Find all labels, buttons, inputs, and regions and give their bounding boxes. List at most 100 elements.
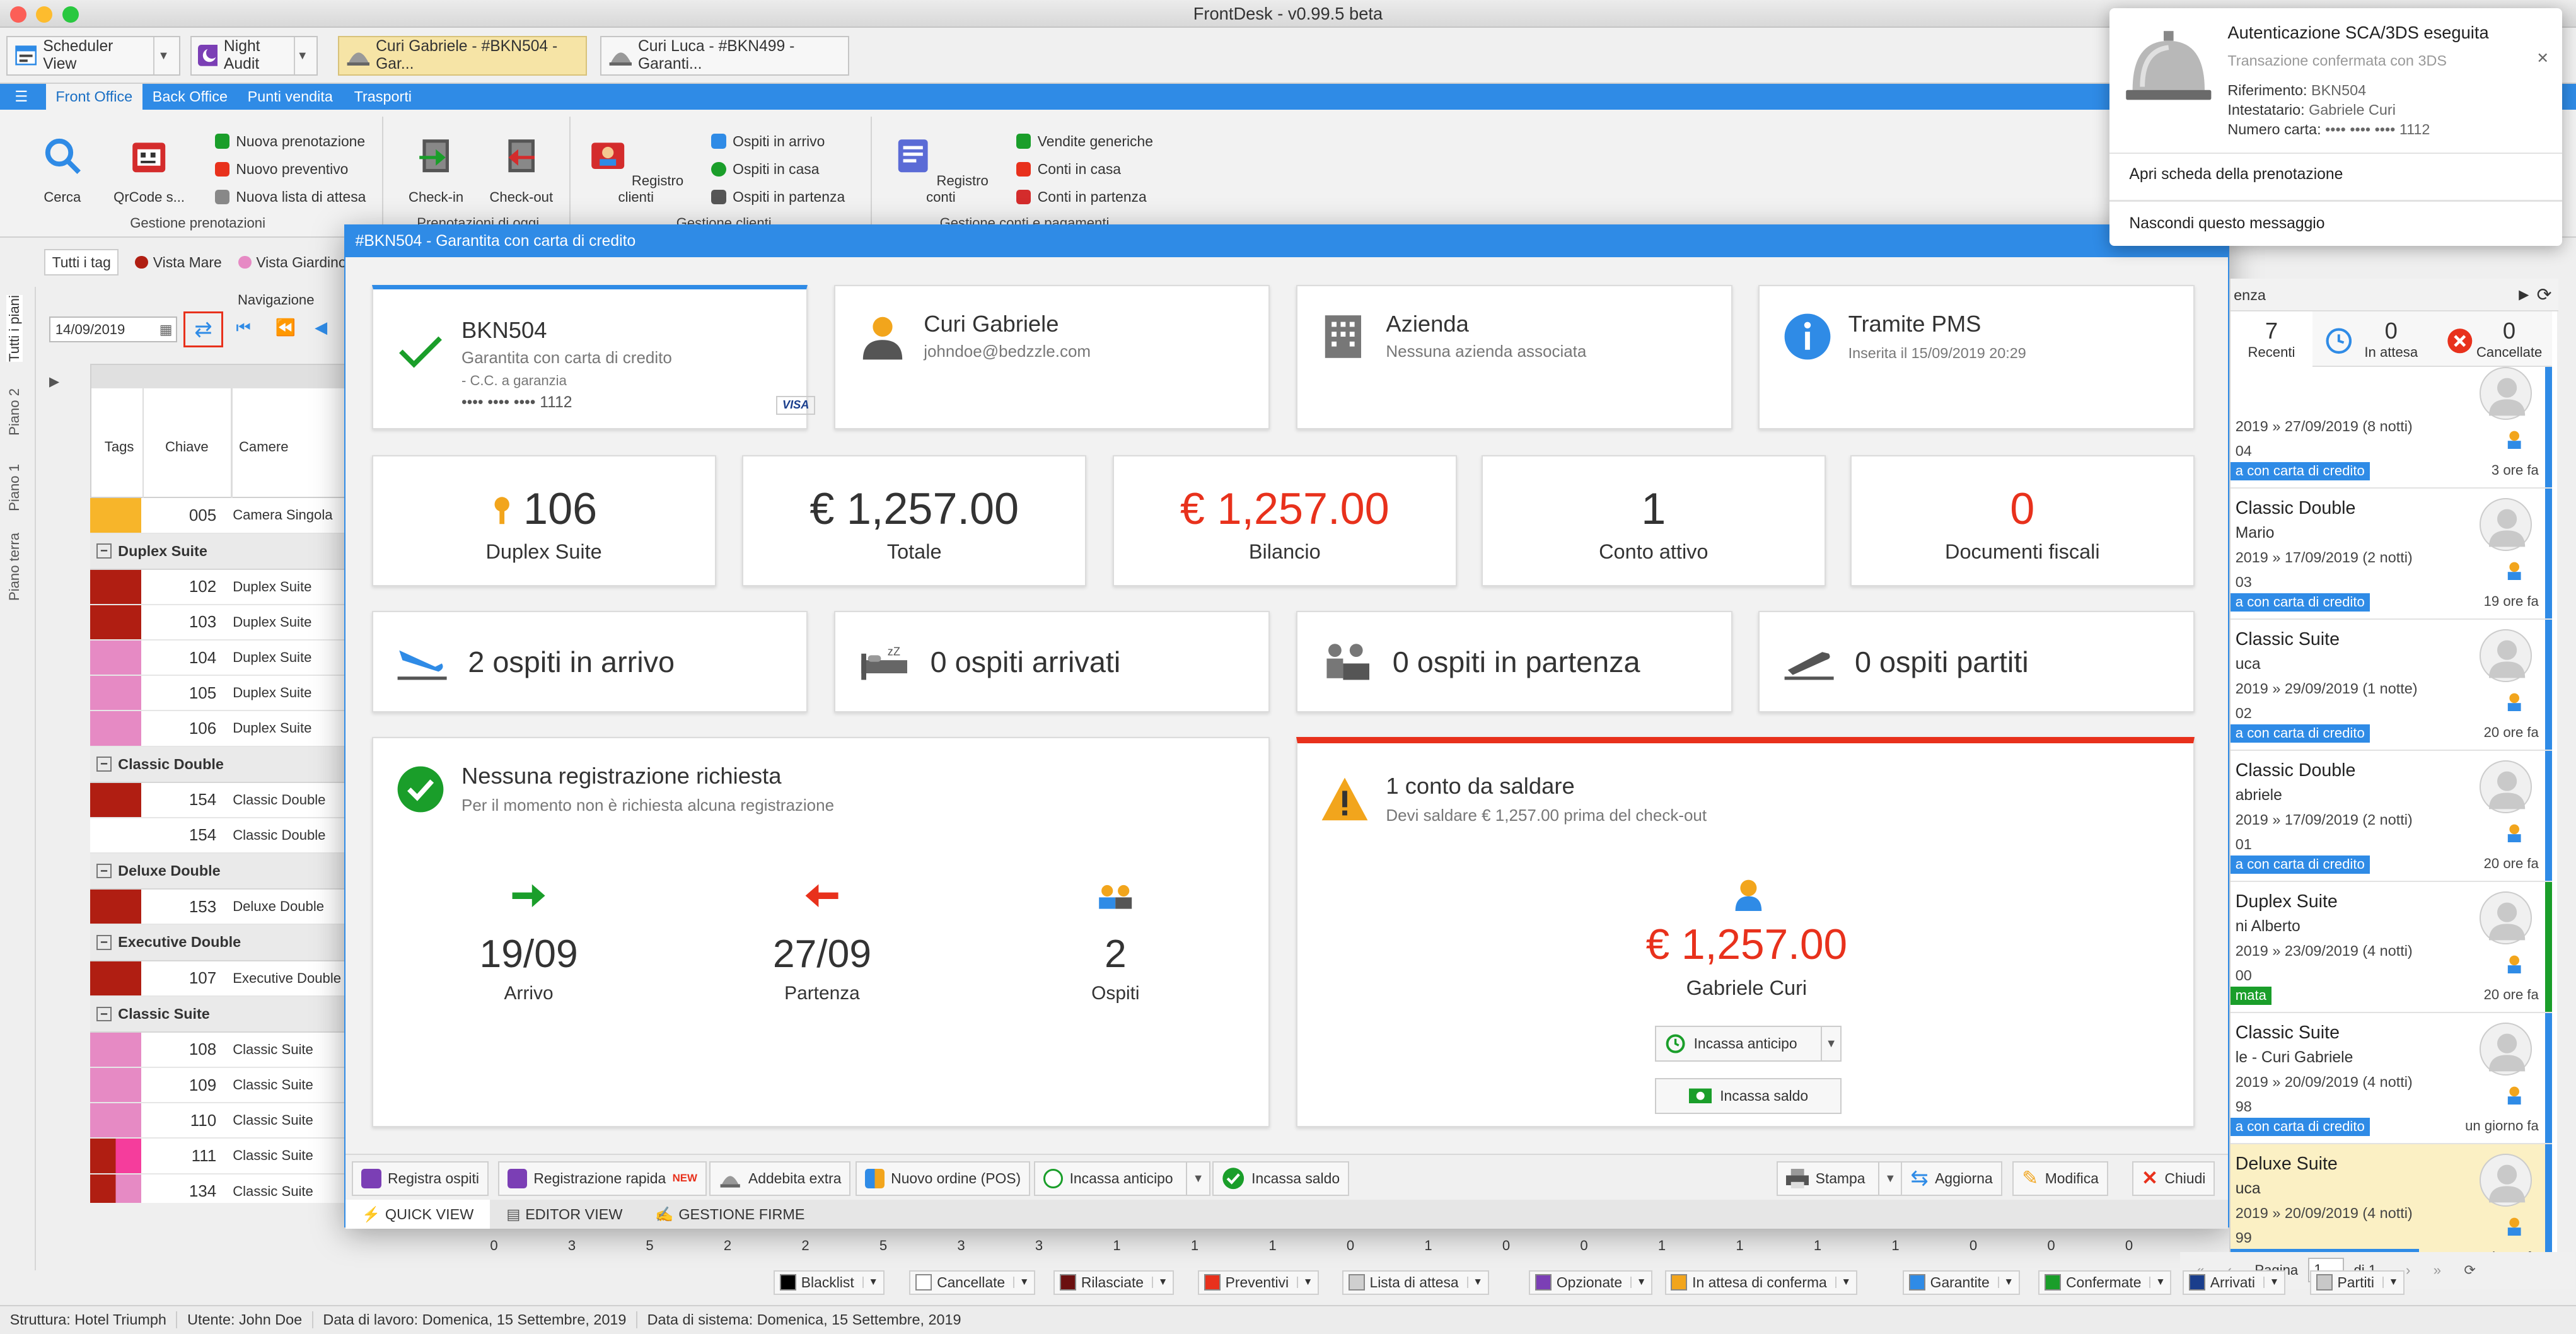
booking-list-item[interactable]: Duplex Suite ni Alberto 2019 » 23/09/2019 … bbox=[2230, 881, 2552, 1013]
chiudi-button[interactable]: ✕ Chiudi bbox=[2132, 1161, 2215, 1196]
nuovo-preventivo-button[interactable]: Nuovo preventivo bbox=[214, 161, 348, 178]
app-menu-icon[interactable]: ☰ bbox=[0, 84, 43, 110]
open-booking-action[interactable]: Apri scheda della prenotazione bbox=[2129, 166, 2343, 183]
incassa-anticipo-button[interactable]: Incassa anticipo ▼ bbox=[1654, 1025, 1842, 1062]
tab-tutti-piani[interactable]: Tutti i piani bbox=[6, 294, 23, 362]
booking-list-item[interactable]: Deluxe Suite uca 2019 » 20/09/2019 (4 nott… bbox=[2230, 1144, 2552, 1253]
chevron-down-icon[interactable]: ▼ bbox=[1835, 1277, 1851, 1289]
legend-item[interactable]: Rilasciate ▼ bbox=[1053, 1270, 1175, 1295]
legend-item[interactable]: Confermate ▼ bbox=[2038, 1270, 2172, 1295]
arrived-card[interactable]: zZ 0 ospiti arrivati bbox=[833, 611, 1270, 713]
rewind-icon[interactable]: ⏪ bbox=[276, 318, 296, 337]
chevron-down-icon[interactable]: ▼ bbox=[2382, 1277, 2398, 1289]
collapse-icon[interactable]: – bbox=[96, 543, 112, 559]
departed-card[interactable]: 0 ospiti partiti bbox=[1758, 611, 2195, 713]
close-window-button[interactable] bbox=[9, 6, 26, 23]
refresh-icon[interactable]: ⟳ bbox=[2537, 279, 2552, 311]
incassa-anticipo-bar-button[interactable]: Incassa anticipo ▼ bbox=[1034, 1161, 1210, 1196]
room-group-header[interactable]: – Deluxe Double bbox=[90, 854, 352, 890]
chevron-down-icon[interactable]: ▼ bbox=[1466, 1277, 1483, 1289]
room-row[interactable]: 134 Classic Suite bbox=[90, 1174, 352, 1204]
collapse-icon[interactable]: – bbox=[96, 757, 112, 772]
tab-piano-terra[interactable]: Piano terra bbox=[6, 533, 23, 601]
tab-punti-vendita[interactable]: Punti vendita bbox=[238, 84, 342, 110]
chevron-down-icon[interactable]: ▼ bbox=[293, 37, 311, 74]
tab-recenti[interactable]: 7 Recenti bbox=[2230, 311, 2312, 368]
tab-quick-view[interactable]: ⚡ QUICK VIEW bbox=[345, 1199, 490, 1229]
prev-icon[interactable]: ◀ bbox=[315, 318, 327, 337]
room-row[interactable]: 104 Duplex Suite bbox=[90, 641, 352, 676]
chevron-down-icon[interactable]: ▼ bbox=[1997, 1277, 2014, 1289]
tab-booking-bkn499[interactable]: Curi Luca - #BKN499 - Garanti... bbox=[600, 36, 849, 76]
tab-gestione-firme[interactable]: ✍ GESTIONE FIRME bbox=[639, 1200, 821, 1229]
booking-list-item[interactable]: Classic Double abriele 2019 » 17/09/2019 (… bbox=[2230, 750, 2552, 882]
tab-editor-view[interactable]: ▤ EDITOR VIEW bbox=[490, 1200, 639, 1229]
conti-casa-button[interactable]: Conti in casa bbox=[1016, 161, 1121, 178]
balance-stat-card[interactable]: € 1,257.00 Bilancio bbox=[1112, 455, 1457, 587]
chevron-right-icon[interactable]: ▶ bbox=[2519, 279, 2529, 311]
ospiti-casa-button[interactable]: Ospiti in casa bbox=[711, 161, 819, 178]
booking-list-item[interactable]: Classic Suite le - Curi Gabriele 2019 » 20… bbox=[2230, 1012, 2552, 1144]
fiscal-stat-card[interactable]: 0 Documenti fiscali bbox=[1850, 455, 2195, 587]
chevron-down-icon[interactable]: ▼ bbox=[2263, 1277, 2279, 1289]
tab-in-attesa[interactable]: 0 In attesa bbox=[2326, 311, 2440, 367]
refresh-icon[interactable]: ⟳ bbox=[2464, 1262, 2476, 1279]
collapse-icon[interactable]: – bbox=[96, 863, 112, 879]
legend-item[interactable]: Garantite ▼ bbox=[1903, 1270, 2020, 1295]
nuova-prenotazione-button[interactable]: Nuova prenotazione bbox=[214, 133, 365, 150]
vendite-generiche-button[interactable]: Vendite generiche bbox=[1016, 133, 1153, 150]
aggiorna-button[interactable]: ⇆ Aggiorna bbox=[1901, 1161, 2002, 1196]
legend-item[interactable]: In attesa di conferma ▼ bbox=[1664, 1270, 1857, 1295]
room-row[interactable]: 103 Duplex Suite bbox=[90, 605, 352, 641]
chevron-down-icon[interactable]: ▼ bbox=[1630, 1277, 1646, 1289]
tab-piano-1[interactable]: Piano 1 bbox=[6, 464, 23, 511]
legend-item[interactable]: Cancellate ▼ bbox=[909, 1270, 1036, 1295]
legend-item[interactable]: Lista di attesa ▼ bbox=[1342, 1270, 1489, 1295]
registro-conti-button[interactable]: Registro conti bbox=[885, 136, 997, 206]
room-row[interactable]: 005 Camera Singola bbox=[90, 498, 352, 534]
room-row[interactable]: 154 Classic Double bbox=[90, 782, 352, 818]
room-row[interactable]: 105 Duplex Suite bbox=[90, 676, 352, 712]
legend-item[interactable]: Blacklist ▼ bbox=[774, 1270, 885, 1295]
booking-list-item[interactable]: 2019 » 27/09/2019 (8 notti) 04 a con carta… bbox=[2230, 367, 2552, 489]
room-row[interactable]: 154 Classic Double bbox=[90, 818, 352, 854]
registrazione-rapida-button[interactable]: Registrazione rapida NEW bbox=[497, 1161, 707, 1196]
chevron-down-icon[interactable]: ▼ bbox=[1152, 1277, 1168, 1289]
expand-icon[interactable]: ▶ bbox=[49, 374, 59, 390]
tab-trasporti[interactable]: Trasporti bbox=[344, 84, 422, 110]
minimize-window-button[interactable] bbox=[36, 6, 53, 23]
last-page-icon[interactable]: » bbox=[2434, 1262, 2441, 1279]
addebita-extra-button[interactable]: Addebita extra bbox=[709, 1161, 851, 1196]
legend-item[interactable]: Partiti ▼ bbox=[2309, 1270, 2405, 1295]
modifica-button[interactable]: ✎ Modifica bbox=[2012, 1161, 2108, 1196]
chevron-down-icon[interactable]: ▼ bbox=[1013, 1277, 1029, 1289]
booking-list-item[interactable]: Classic Suite uca 2019 » 29/09/2019 (1 not… bbox=[2230, 619, 2552, 751]
tab-scheduler-view[interactable]: Scheduler View ▼ bbox=[6, 36, 180, 76]
checkin-button[interactable]: Check-in bbox=[400, 136, 472, 206]
room-group-header[interactable]: – Duplex Suite bbox=[90, 533, 352, 570]
tab-back-office[interactable]: Back Office bbox=[142, 84, 237, 110]
tab-night-audit[interactable]: Night Audit ▼ bbox=[190, 36, 318, 76]
tab-booking-bkn504[interactable]: Curi Gabriele - #BKN504 - Gar... bbox=[337, 36, 587, 76]
chevron-down-icon[interactable]: ▼ bbox=[862, 1277, 878, 1289]
room-row[interactable]: 102 Duplex Suite bbox=[90, 569, 352, 605]
total-stat-card[interactable]: € 1,257.00 Totale bbox=[742, 455, 1087, 587]
room-row[interactable]: 111 Classic Suite bbox=[90, 1139, 352, 1174]
room-row[interactable]: 109 Classic Suite bbox=[90, 1068, 352, 1104]
room-row[interactable]: 108 Classic Suite bbox=[90, 1032, 352, 1069]
room-stat-card[interactable]: 106 Duplex Suite bbox=[371, 455, 716, 587]
account-stat-card[interactable]: 1 Conto attivo bbox=[1481, 455, 1826, 587]
arriving-card[interactable]: 2 ospiti in arrivo bbox=[371, 611, 808, 713]
room-row[interactable]: 110 Classic Suite bbox=[90, 1103, 352, 1139]
tag-vista-giardino[interactable]: Vista Giardino bbox=[238, 254, 347, 271]
legend-item[interactable]: Preventivi ▼ bbox=[1198, 1270, 1320, 1295]
guest-card[interactable]: Curi Gabriele johndoe@bedzzle.com bbox=[833, 284, 1270, 429]
nuova-lista-attesa-button[interactable]: Nuova lista di attesa bbox=[214, 188, 366, 206]
next-page-icon[interactable]: › bbox=[2406, 1262, 2410, 1279]
tab-cancellate[interactable]: 0 Cancellate bbox=[2440, 311, 2552, 367]
booking-list-item[interactable]: Classic Double Mario 2019 » 17/09/2019 (2 … bbox=[2230, 488, 2552, 620]
checkout-button[interactable]: Check-out bbox=[485, 136, 557, 206]
tag-vista-mare[interactable]: Vista Mare bbox=[135, 254, 222, 271]
tab-front-office[interactable]: Front Office bbox=[45, 83, 142, 110]
ospiti-arrivo-button[interactable]: Ospiti in arrivo bbox=[711, 133, 825, 150]
